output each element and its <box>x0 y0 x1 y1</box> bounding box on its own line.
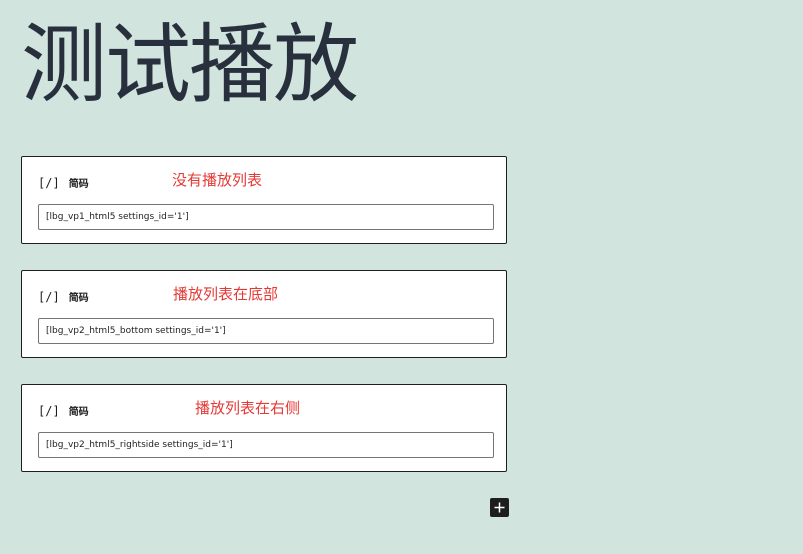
block-label: 简码 <box>68 293 89 304</box>
annotation-text: 播放列表在右侧 <box>195 399 301 417</box>
shortcode-icon: [/] <box>38 175 60 190</box>
annotation-text: 没有播放列表 <box>172 171 263 189</box>
block-header: [/] 简码 <box>38 289 89 305</box>
shortcode-icon: [/] <box>38 289 60 304</box>
shortcode-input[interactable]: [lbg_vp1_html5 settings_id='1'] <box>38 204 494 230</box>
plus-icon <box>494 502 505 513</box>
add-block-button[interactable] <box>490 498 509 517</box>
shortcode-block[interactable]: [/] 简码 播放列表在右侧 [lbg_vp2_html5_rightside … <box>21 384 507 472</box>
block-header: [/] 简码 <box>38 175 89 191</box>
shortcode-icon: [/] <box>38 403 60 418</box>
block-label: 简码 <box>68 407 89 418</box>
shortcode-block[interactable]: [/] 简码 播放列表在底部 [lbg_vp2_html5_bottom set… <box>21 270 507 358</box>
page-title: 测试播放 <box>21 15 359 115</box>
block-label: 简码 <box>68 179 89 190</box>
block-header: [/] 简码 <box>38 403 89 419</box>
annotation-text: 播放列表在底部 <box>173 285 279 303</box>
shortcode-input[interactable]: [lbg_vp2_html5_rightside settings_id='1'… <box>38 432 494 458</box>
shortcode-input[interactable]: [lbg_vp2_html5_bottom settings_id='1'] <box>38 318 494 344</box>
shortcode-block[interactable]: [/] 简码 没有播放列表 [lbg_vp1_html5 settings_id… <box>21 156 507 244</box>
